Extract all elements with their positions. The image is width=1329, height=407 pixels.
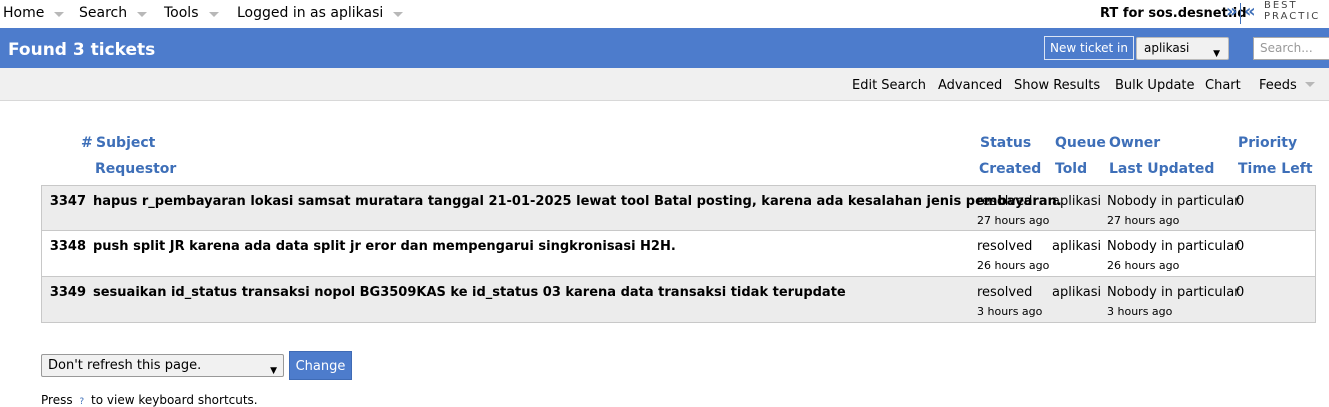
best-practical-logo: » « BEST PRACTIC xyxy=(1226,0,1329,27)
bulk-update-link[interactable]: Bulk Update xyxy=(1115,78,1195,93)
table-row[interactable]: 3347 hapus r_pembayaran lokasi samsat mu… xyxy=(41,185,1316,231)
ticket-queue[interactable]: aplikasi xyxy=(1052,239,1101,254)
table-row[interactable]: 3349 sesuaikan id_status transaksi nopol… xyxy=(41,277,1316,323)
change-button[interactable]: Change xyxy=(289,351,352,380)
ticket-owner: Nobody in particular xyxy=(1107,285,1240,300)
edit-search-link[interactable]: Edit Search xyxy=(852,78,926,93)
column-header-id[interactable]: # xyxy=(81,135,93,151)
column-header-priority[interactable]: Priority xyxy=(1238,135,1297,151)
column-header-last-updated[interactable]: Last Updated xyxy=(1109,161,1214,177)
column-header-time-left[interactable]: Time Left xyxy=(1238,161,1313,177)
ticket-queue[interactable]: aplikasi xyxy=(1052,194,1101,209)
menu-home-label: Home xyxy=(3,5,45,21)
ticket-created: 3 hours ago xyxy=(977,305,1043,318)
chevron-down-icon xyxy=(137,12,148,17)
ticket-created: 26 hours ago xyxy=(977,259,1050,272)
logo-text: BEST PRACTIC xyxy=(1264,0,1321,22)
feeds-menu[interactable]: Feeds xyxy=(1259,78,1315,93)
menu-home[interactable]: Home xyxy=(3,5,65,21)
ticket-subject[interactable]: hapus r_pembayaran lokasi samsat muratar… xyxy=(93,194,1062,209)
question-key-icon: ? xyxy=(79,397,85,407)
ticket-subject[interactable]: sesuaikan id_status transaksi nopol BG35… xyxy=(93,285,846,300)
ticket-subject[interactable]: push split JR karena ada data split jr e… xyxy=(93,239,676,254)
show-results-link[interactable]: Show Results xyxy=(1014,78,1100,93)
hint-prefix: Press xyxy=(41,393,73,407)
rt-instance-label: RT for sos.desnet.id xyxy=(1100,6,1247,21)
ticket-id[interactable]: 3348 xyxy=(46,239,86,254)
menu-logged-in[interactable]: Logged in as aplikasi xyxy=(237,5,404,21)
chevron-down-icon xyxy=(1304,82,1315,87)
column-header-status[interactable]: Status xyxy=(980,135,1031,151)
column-header-subject[interactable]: Subject xyxy=(96,135,155,151)
ticket-priority: 0 xyxy=(1236,194,1245,209)
chevron-down-icon xyxy=(54,12,65,17)
search-input[interactable]: Search... xyxy=(1253,37,1329,60)
menu-search[interactable]: Search xyxy=(79,5,148,21)
advanced-link[interactable]: Advanced xyxy=(938,78,1002,93)
ticket-owner: Nobody in particular xyxy=(1107,194,1240,209)
ticket-owner: Nobody in particular xyxy=(1107,239,1240,254)
ticket-status: resolved xyxy=(977,285,1033,300)
ticket-last-updated: 3 hours ago xyxy=(1107,305,1173,318)
ticket-priority: 0 xyxy=(1236,285,1245,300)
page-title: Found 3 tickets xyxy=(8,40,156,60)
double-chevron-right-icon: » xyxy=(1226,1,1238,22)
column-header-queue[interactable]: Queue xyxy=(1055,135,1106,151)
column-header-owner[interactable]: Owner xyxy=(1109,135,1160,151)
ticket-id[interactable]: 3347 xyxy=(46,194,86,209)
column-header-created[interactable]: Created xyxy=(979,161,1041,177)
menu-search-label: Search xyxy=(79,5,128,21)
queue-select[interactable]: aplikasi ▼ xyxy=(1136,37,1229,60)
chevron-down-icon xyxy=(393,12,404,17)
queue-select-value: aplikasi xyxy=(1144,41,1190,55)
table-row[interactable]: 3348 push split JR karena ada data split… xyxy=(41,231,1316,277)
ticket-status: resolved xyxy=(977,194,1033,209)
keyboard-shortcut-hint: Press ? to view keyboard shortcuts. xyxy=(41,393,258,407)
ticket-last-updated: 26 hours ago xyxy=(1107,259,1180,272)
new-ticket-button[interactable]: New ticket in xyxy=(1044,36,1134,60)
menu-tools[interactable]: Tools xyxy=(164,5,219,21)
refresh-select-value: Don't refresh this page. xyxy=(48,358,202,373)
search-action-menu: Edit Search Advanced Show Results Bulk U… xyxy=(0,68,1329,101)
feeds-label: Feeds xyxy=(1259,78,1297,93)
logo-divider xyxy=(1240,3,1241,24)
chart-link[interactable]: Chart xyxy=(1205,78,1241,93)
column-header-requestor[interactable]: Requestor xyxy=(95,161,176,177)
menu-tools-label: Tools xyxy=(164,5,199,21)
top-menu-bar: Home Search Tools Logged in as aplikasi … xyxy=(0,0,1329,27)
ticket-id[interactable]: 3349 xyxy=(46,285,86,300)
ticket-queue[interactable]: aplikasi xyxy=(1052,285,1101,300)
chevron-down-icon: ▼ xyxy=(1213,49,1220,59)
ticket-last-updated: 27 hours ago xyxy=(1107,214,1180,227)
ticket-priority: 0 xyxy=(1236,239,1245,254)
ticket-status: resolved xyxy=(977,239,1033,254)
ticket-created: 27 hours ago xyxy=(977,214,1050,227)
chevron-down-icon: ▼ xyxy=(270,366,277,376)
hint-suffix: to view keyboard shortcuts. xyxy=(91,393,258,407)
refresh-select[interactable]: Don't refresh this page. ▼ xyxy=(41,354,284,377)
column-header-told[interactable]: Told xyxy=(1055,161,1087,177)
title-bar: Found 3 tickets New ticket in aplikasi ▼… xyxy=(0,28,1329,68)
chevron-down-icon xyxy=(208,12,219,17)
double-chevron-left-icon: « xyxy=(1244,1,1256,22)
menu-logged-in-label: Logged in as aplikasi xyxy=(237,5,384,21)
